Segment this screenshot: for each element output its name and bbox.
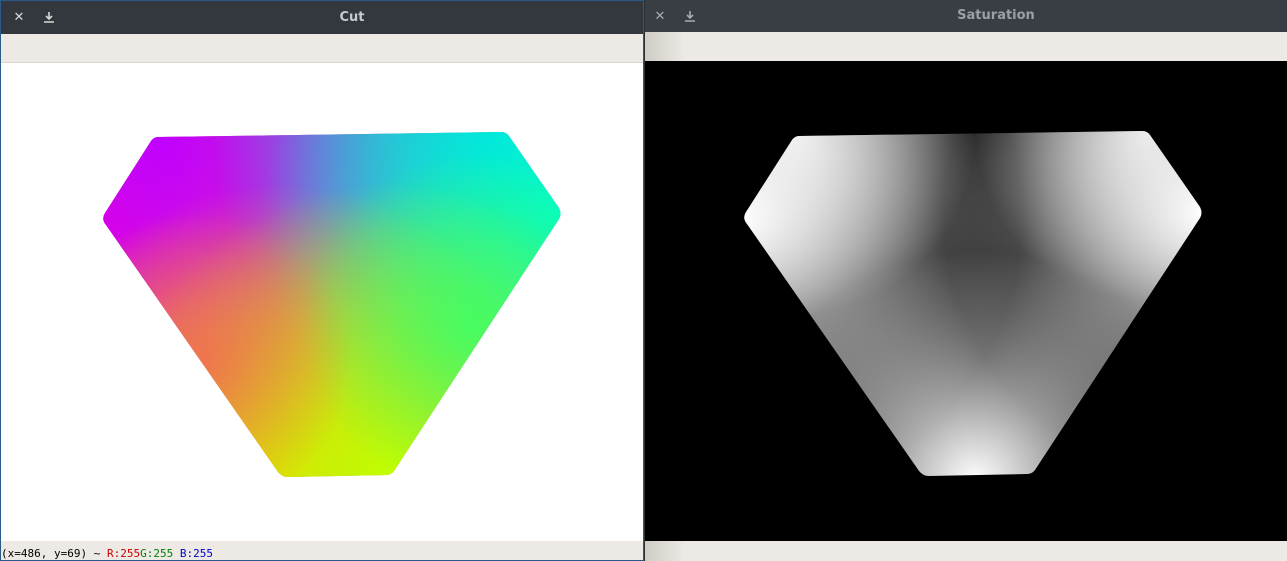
close-icon[interactable]: ✕ bbox=[645, 0, 675, 32]
window-title: Cut bbox=[339, 10, 365, 25]
image-canvas[interactable] bbox=[645, 61, 1287, 541]
cut-hexagon-image bbox=[103, 132, 561, 477]
cursor-coordinates: (x=486, y=69) ~ bbox=[1, 547, 101, 560]
download-icon[interactable] bbox=[675, 0, 705, 32]
saturation-window: ✕ Saturation bbox=[645, 0, 1287, 561]
status-bar: (x=486, y=69) ~ R:255G:255 B:255 bbox=[1, 541, 643, 560]
title-bar: ✕ Cut bbox=[1, 1, 643, 34]
title-bar: ✕ Saturation bbox=[645, 0, 1287, 32]
close-icon[interactable]: ✕ bbox=[4, 1, 34, 34]
green-value: G:255 bbox=[140, 547, 174, 560]
cut-window: ✕ Cut (x=486, y=69) ~ R:255G:255 B:255 bbox=[0, 0, 644, 561]
blue-value: B:255 bbox=[179, 547, 213, 560]
status-bar bbox=[645, 541, 1287, 561]
window-title: Saturation bbox=[957, 8, 1035, 23]
toolbar bbox=[1, 34, 643, 63]
image-canvas[interactable] bbox=[1, 63, 643, 543]
red-value: R:255 bbox=[106, 547, 141, 560]
download-icon[interactable] bbox=[34, 1, 64, 34]
toolbar bbox=[645, 32, 1287, 61]
saturation-hexagon-image bbox=[744, 131, 1202, 476]
